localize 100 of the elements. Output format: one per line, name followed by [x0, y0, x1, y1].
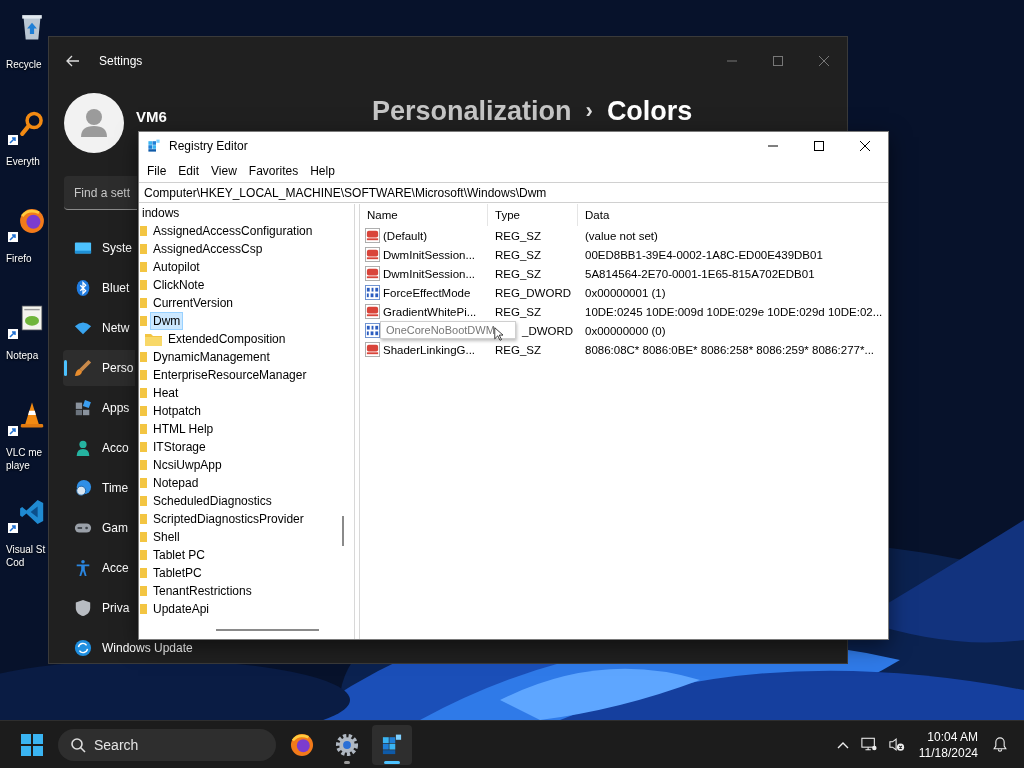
gear-icon[interactable] [334, 731, 360, 758]
value-name[interactable]: DwmInitSession... [383, 267, 476, 280]
tree-item[interactable]: NcsiUwpApp [150, 456, 225, 474]
nav-item[interactable]: Acce [63, 550, 131, 586]
close-icon[interactable] [860, 141, 870, 151]
folder-icon [140, 297, 147, 309]
scrollbar[interactable] [216, 629, 319, 631]
column-header[interactable]: Data [578, 204, 888, 226]
desktop-icon-label[interactable]: Cod [0, 556, 25, 569]
desktop-icon-label[interactable]: Everyth [0, 155, 40, 168]
desktop-icon-label[interactable]: Firefo [0, 252, 32, 265]
desktop-icon-label[interactable]: VLC me [0, 446, 43, 459]
tree-item[interactable]: AssignedAccessConfiguration [150, 222, 316, 240]
folder-icon [140, 459, 147, 471]
nav-item[interactable]: Windows Update [63, 630, 195, 663]
table-cell-text: REG_SZ [494, 267, 542, 280]
table-cell-text: 0x00000000 (0) [584, 324, 667, 337]
column-header[interactable]: Name [360, 204, 488, 226]
table-cell-text: 10DE:0245 10DE:009d 10DE:029e 10DE:029d 10DE:02... [584, 305, 884, 318]
nav-item[interactable]: Time [63, 470, 131, 506]
value-name[interactable]: (Default) [383, 229, 428, 242]
menu-item[interactable]: File [142, 164, 172, 178]
search-field[interactable]: Search [58, 728, 276, 761]
tree-item[interactable]: UpdateApi [150, 600, 213, 618]
nav-item[interactable]: Perso [63, 350, 136, 386]
nav-item[interactable]: Priva [63, 590, 132, 626]
start-icon[interactable] [20, 732, 44, 757]
mouse-cursor-icon [494, 327, 503, 341]
tree-item[interactable]: Tablet PC [150, 546, 209, 564]
tree-item[interactable]: Autopilot [150, 258, 203, 276]
column-header[interactable]: Type [488, 204, 578, 226]
nav-item[interactable]: Gam [63, 510, 130, 546]
folder-icon [140, 441, 147, 453]
tree-item[interactable]: TabletPC [150, 564, 205, 582]
tree-item[interactable]: HTML Help [150, 420, 217, 438]
desktop-icon-label[interactable]: playe [0, 459, 30, 472]
network-icon[interactable] [860, 737, 877, 752]
taskbar-button[interactable] [372, 724, 412, 765]
folder-icon [140, 585, 147, 597]
back-arrow-icon[interactable] [66, 54, 80, 67]
string-value-icon [365, 266, 380, 281]
folder-icon [140, 369, 147, 381]
value-name[interactable]: ForceEffectMode [383, 286, 471, 299]
tree-item[interactable]: CurrentVersion [150, 294, 237, 312]
tree-item[interactable]: Dwm [150, 312, 184, 330]
menu-item[interactable]: Help [305, 164, 340, 178]
brush-icon [74, 359, 92, 377]
menu-item[interactable]: Edit [173, 164, 205, 178]
search-field[interactable]: Find a sett [64, 176, 137, 210]
tree-item[interactable]: AssignedAccessCsp [150, 240, 266, 258]
folder-icon [140, 243, 147, 255]
tree-item[interactable]: ClickNote [150, 276, 208, 294]
tree-item[interactable]: Hotpatch [150, 402, 205, 420]
binary-value-icon [365, 323, 380, 338]
tooltip: OneCoreNoBootDWM [380, 321, 516, 339]
menu-item[interactable]: View [206, 164, 242, 178]
tree-item[interactable]: indows [139, 204, 183, 222]
tree-item[interactable]: EnterpriseResourceManager [150, 366, 310, 384]
table-cell-text: REG_SZ [494, 343, 542, 356]
table-cell-text: REG_SZ [494, 229, 542, 242]
table-cell-text: 0x00000001 (1) [584, 286, 667, 299]
folder-icon [140, 531, 147, 543]
value-name[interactable]: GradientWhitePi... [383, 305, 477, 318]
tree-item[interactable]: TenantRestrictions [150, 582, 255, 600]
tree-item[interactable]: ExtendedComposition [165, 330, 289, 348]
clock-icon [74, 479, 92, 497]
notification-bell-icon[interactable] [992, 737, 1008, 752]
tree-item[interactable]: Shell [150, 528, 183, 546]
desktop-icon-label[interactable]: Visual St [0, 543, 46, 556]
address-field[interactable]: Computer\HKEY_LOCAL_MACHINE\SOFTWARE\Microsoft\Windows\Dwm [139, 182, 888, 203]
desktop-icon-label[interactable]: Recycle [0, 58, 42, 71]
value-name[interactable]: ShaderLinkingG... [383, 343, 476, 356]
volume-muted-icon[interactable] [888, 737, 905, 752]
folder-icon [140, 513, 147, 525]
window-title: Settings [99, 53, 143, 68]
nav-item[interactable]: Acco [63, 430, 131, 466]
browser-icon[interactable] [289, 731, 315, 758]
nav-item[interactable]: Syste [63, 230, 134, 266]
table-cell-text: REG_SZ [494, 248, 542, 261]
scrollbar[interactable] [342, 516, 344, 546]
breadcrumb-link[interactable]: Personalization [372, 93, 572, 129]
menu-item[interactable]: Favorites [243, 164, 304, 178]
tree-item[interactable]: ScheduledDiagnostics [150, 492, 275, 510]
clock-button[interactable]: 10:04 AM 11/18/2024 [916, 728, 980, 761]
nav-item[interactable]: Bluet [63, 270, 132, 306]
tree-item[interactable]: DynamicManagement [150, 348, 273, 366]
desktop-icon-label[interactable]: Notepa [0, 349, 39, 362]
folder-icon [140, 495, 147, 507]
tree-item[interactable]: Heat [150, 384, 182, 402]
table-cell-text: REG_SZ [494, 305, 542, 318]
maximize-icon[interactable] [814, 141, 824, 151]
tree-item[interactable]: ScriptedDiagnosticsProvider [150, 510, 307, 528]
window-title: Registry Editor [169, 139, 248, 153]
nav-item[interactable]: Netw [63, 310, 132, 346]
value-name[interactable]: DwmInitSession... [383, 248, 476, 261]
nav-item[interactable]: Apps [63, 390, 132, 426]
string-value-icon [365, 247, 380, 262]
tree-item[interactable]: Notepad [150, 474, 202, 492]
tree-item[interactable]: ITStorage [150, 438, 209, 456]
chevron-up-icon[interactable] [836, 740, 849, 749]
